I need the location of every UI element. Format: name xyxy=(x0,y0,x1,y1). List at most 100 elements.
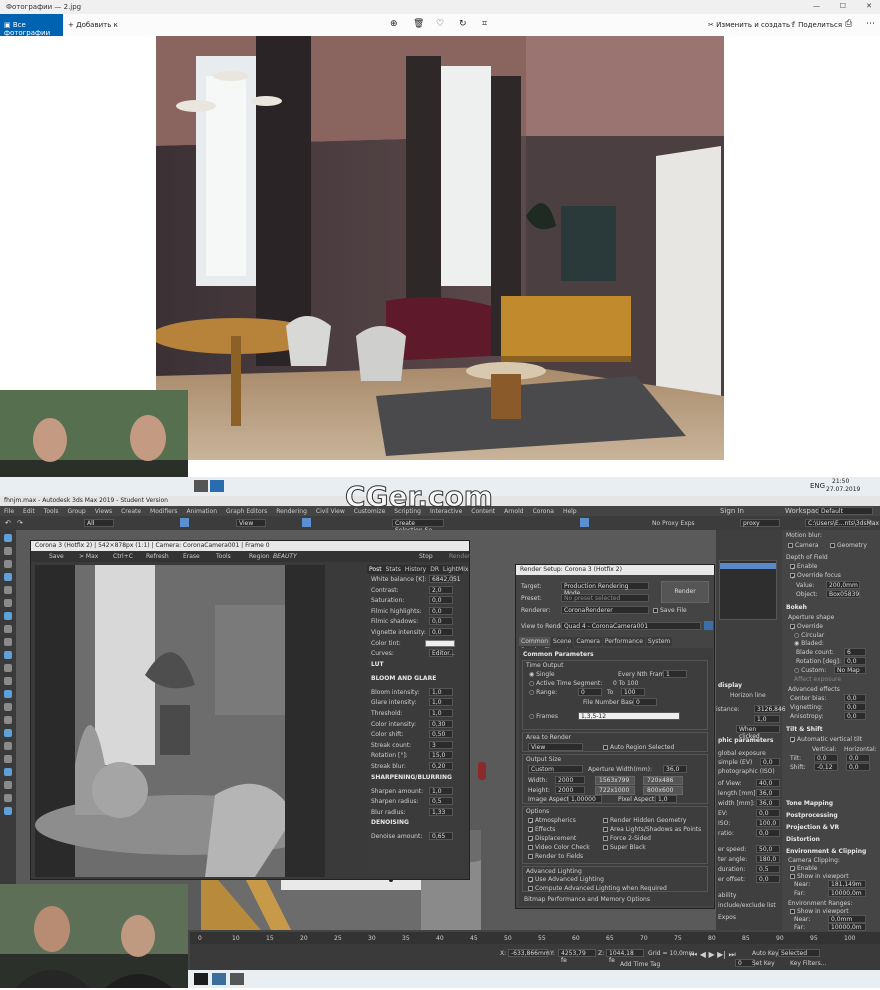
shift-vertical-field[interactable]: -0,12 xyxy=(814,763,838,771)
lock-view-icon[interactable] xyxy=(704,621,713,630)
toolstrip-icon[interactable] xyxy=(4,625,12,633)
fov-field[interactable]: 40,0 xyxy=(756,779,780,787)
vfb-bloom-glare-label[interactable]: BLOOM AND GLARE xyxy=(371,675,436,682)
add-to-button[interactable]: + Добавить к xyxy=(68,21,118,29)
minimize-icon[interactable]: — xyxy=(813,2,820,10)
vfb-blur-radius-field[interactable]: 1,33 xyxy=(429,807,453,816)
every-nth-field[interactable]: 1 xyxy=(663,670,687,678)
taskbar-app-icon[interactable] xyxy=(194,480,208,492)
aperture-custom[interactable]: ○ Custom: xyxy=(794,667,826,674)
toolstrip-icon[interactable] xyxy=(4,560,12,568)
vfb-max-button[interactable]: > Max xyxy=(79,553,98,560)
tilt-shift-heading[interactable]: Tilt & Shift xyxy=(786,726,823,733)
compute-advanced-lighting-checkbox[interactable]: Compute Advanced Lighting when Required xyxy=(528,885,667,892)
bitmap-performance-label[interactable]: Bitmap Performance and Memory Options xyxy=(524,896,650,903)
shutter-offset-field[interactable]: 0,0 xyxy=(756,875,780,883)
zoom-icon[interactable]: ⊕ xyxy=(390,19,398,29)
shutter-angle-field[interactable]: 180,0 xyxy=(756,855,780,863)
named-selection-set[interactable]: Create Selection Se xyxy=(392,519,444,534)
center-bias-field[interactable]: 0,0 xyxy=(844,694,866,702)
render-fields-checkbox[interactable]: Render to Fields xyxy=(528,853,583,860)
area-lights-checkbox[interactable]: Area Lights/Shadows as Points xyxy=(603,826,701,833)
timeline[interactable]: 0 10 15 20 25 30 35 40 45 50 55 60 65 70 75 80 85 90 95 100 xyxy=(190,932,880,944)
bokeh-heading[interactable]: Bokeh xyxy=(786,604,807,611)
toolstrip-icon[interactable] xyxy=(4,755,12,763)
language-indicator[interactable]: ENG xyxy=(810,482,825,490)
share-button[interactable]: ⇪ Поделиться xyxy=(790,21,842,29)
motion-blur-geometry[interactable]: Geometry xyxy=(830,542,867,549)
render-setup-tab[interactable]: Performance xyxy=(602,637,645,646)
near2-field[interactable]: 0,0mm xyxy=(828,915,866,923)
delete-icon[interactable]: 🗑 xyxy=(413,19,424,29)
toolstrip-icon[interactable] xyxy=(4,664,12,672)
pixel-aspect-field[interactable]: 1,0 xyxy=(655,795,677,803)
aperture-bladed[interactable]: ◉ Bladed: xyxy=(794,640,824,647)
vfb-white-balance-field[interactable]: 6842,051 xyxy=(429,575,461,583)
all-photos-button[interactable]: ▣ Все фотографии xyxy=(0,14,63,37)
favorite-icon[interactable]: ♡ xyxy=(436,19,444,29)
preset-size-2[interactable]: 720x486 xyxy=(643,776,683,785)
toolstrip-icon[interactable] xyxy=(4,651,12,659)
vfb-tab[interactable]: Stats xyxy=(386,566,401,573)
toolstrip-icon[interactable] xyxy=(4,573,12,581)
select-move-icon[interactable] xyxy=(180,518,189,527)
object-list[interactable] xyxy=(719,560,777,620)
auto-region-checkbox[interactable]: Auto Region Selected xyxy=(603,744,674,751)
custom-map-field[interactable]: No Map xyxy=(834,666,866,674)
menu-item[interactable]: Views xyxy=(95,508,112,515)
vfb-sharpen-blur-label[interactable]: SHARPENING/BLURRING xyxy=(371,774,452,781)
ratio-field[interactable]: 0,0 xyxy=(756,829,780,837)
render-setup-tab[interactable]: Scene xyxy=(551,637,574,646)
edit-create-button[interactable]: ✂ Изменить и создать ˅ xyxy=(708,21,796,29)
toolstrip-icon[interactable] xyxy=(4,612,12,620)
render-setup-icon[interactable] xyxy=(580,518,589,527)
vfb-refresh-button[interactable]: Refresh xyxy=(146,553,169,560)
image-aspect-field[interactable]: 1,00000 xyxy=(568,795,602,803)
postprocessing-heading[interactable]: Postprocessing xyxy=(786,812,838,819)
vfb-sharpen-radius-field[interactable]: 0,5 xyxy=(429,797,453,806)
vfb-saturation-field[interactable]: 0,0 xyxy=(429,596,453,605)
workspaces-select[interactable]: Default xyxy=(818,507,873,515)
height-field[interactable]: 2000 xyxy=(555,786,585,794)
width-mm-field[interactable]: 36,0 xyxy=(756,799,780,807)
menu-item[interactable]: Arnold xyxy=(504,508,523,515)
vfb-tab[interactable]: LightMix xyxy=(443,566,468,573)
near-field[interactable]: 181,149m xyxy=(828,880,866,888)
playback-controls[interactable]: ⏮ ◀ ▶ ▶| ⏭ xyxy=(690,950,736,960)
blade-rotation-field[interactable]: 0,0 xyxy=(844,657,866,665)
vfb-color-shift-field[interactable]: 0,50 xyxy=(429,730,453,739)
vfb-stop-button[interactable]: Stop xyxy=(419,553,433,560)
target-select[interactable]: Production Rendering Mode xyxy=(561,582,649,597)
photoshop-taskbar-icon[interactable] xyxy=(212,973,226,985)
range-from-field[interactable]: 0 xyxy=(578,688,602,696)
duration-field[interactable]: 0,5 xyxy=(756,865,780,873)
vfb-vignette-field[interactable]: 0,0 xyxy=(429,628,453,636)
add-time-tag-button[interactable]: Add Time Tag xyxy=(620,961,660,968)
toolstrip-icon[interactable] xyxy=(4,703,12,711)
vfb-tab[interactable]: DR xyxy=(430,566,439,573)
view-to-render-select[interactable]: Quad 4 - CoronaCamera001 xyxy=(561,622,701,630)
vfb-save-button[interactable]: Save xyxy=(49,553,64,560)
vfb-streak-count-field[interactable]: 3 xyxy=(429,740,453,749)
color-tint-swatch[interactable] xyxy=(425,639,455,647)
print-icon[interactable]: ⎙ xyxy=(845,19,852,29)
x-coord-field[interactable]: -633,866mm xyxy=(508,949,550,957)
toolstrip-icon[interactable] xyxy=(4,638,12,646)
close-icon[interactable]: ✕ xyxy=(866,2,872,10)
save-file-checkbox[interactable]: Save File xyxy=(653,607,687,614)
render-setup-tab[interactable]: System xyxy=(645,637,673,646)
output-size-select[interactable]: Custom xyxy=(528,765,583,773)
single-radio[interactable]: ◉ Single xyxy=(529,671,555,678)
toolstrip-icon[interactable] xyxy=(4,690,12,698)
ev-field[interactable]: 0,0 xyxy=(756,809,780,817)
toolstrip-icon[interactable] xyxy=(4,547,12,555)
vfb-tab[interactable]: History xyxy=(405,566,426,573)
displacement-checkbox[interactable]: ✓Displacement xyxy=(528,835,576,844)
tilt-horizontal-field[interactable]: 0,0 xyxy=(846,754,870,762)
vfb-beauty-channel[interactable]: BEAUTY xyxy=(273,553,297,560)
preset-size-3[interactable]: 722x1000 xyxy=(595,786,635,795)
menu-item[interactable]: Civil View xyxy=(316,508,345,515)
render-hidden-checkbox[interactable]: Render Hidden Geometry xyxy=(603,817,686,824)
env-clipping-heading[interactable]: Environment & Clipping xyxy=(786,848,866,855)
key-filters-button[interactable]: Key Filters... xyxy=(790,960,827,967)
